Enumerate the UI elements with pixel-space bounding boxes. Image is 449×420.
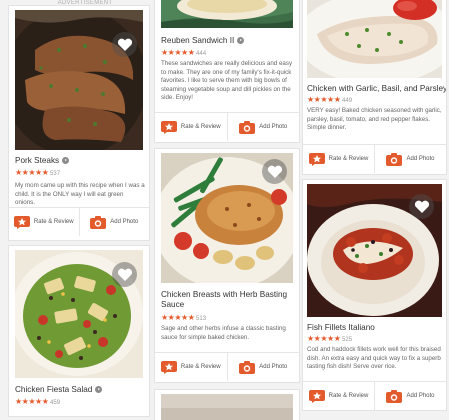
star-review-icon xyxy=(160,360,177,374)
camera-icon xyxy=(386,389,403,403)
add-photo-button[interactable]: Add Photo xyxy=(374,382,446,410)
recipe-image[interactable] xyxy=(161,394,293,420)
recipe-image[interactable] xyxy=(307,0,442,78)
rating-count: 444 xyxy=(196,51,207,57)
add-photo-button[interactable]: Add Photo xyxy=(226,113,300,141)
camera-icon xyxy=(239,120,256,134)
recipe-title[interactable]: Chicken with Garlic, Basil, and Parsley xyxy=(307,84,446,93)
favorite-heart-icon[interactable] xyxy=(262,159,287,184)
recipe-description: Sage and other herbs infuse a classic ba… xyxy=(161,325,286,341)
rating-count: 537 xyxy=(50,171,61,177)
rating-stars: ★★★★★ xyxy=(161,313,195,322)
star-review-icon xyxy=(160,120,177,134)
rating-stars: ★★★★★ xyxy=(307,334,341,343)
star-review-icon xyxy=(308,389,325,403)
star-rating: ★★★★★ 537 xyxy=(15,168,60,177)
recipe-card-chicken-garlic-basil[interactable]: Chicken with Garlic, Basil, and Parsley … xyxy=(303,0,446,174)
recipe-card-chicken-breasts-herb[interactable]: Chicken Breasts with Herb Basting Sauce … xyxy=(155,149,299,382)
recipe-card-chicken-fiesta-salad[interactable]: Chicken Fiesta Salad ★★★★★ 459 xyxy=(9,246,149,416)
rating-stars: ★★★★★ xyxy=(307,95,341,104)
recipe-image[interactable] xyxy=(307,184,442,317)
video-play-icon[interactable] xyxy=(62,157,70,164)
star-rating: ★★★★★ 513 xyxy=(161,313,206,322)
recipe-description: Cod and haddock fillets work well for th… xyxy=(307,346,441,371)
star-rating: ★★★★★ 525 xyxy=(307,334,352,343)
camera-icon xyxy=(239,360,256,374)
add-photo-button[interactable]: Add Photo xyxy=(374,145,446,173)
rating-stars: ★★★★★ xyxy=(15,397,49,406)
card-actions: Rate & Review Add Photo xyxy=(303,144,446,173)
card-actions: Rate & Review Add Photo xyxy=(155,112,299,141)
camera-icon xyxy=(90,215,107,229)
recipe-card-reuben-sandwich[interactable]: Reuben Sandwich II ★★★★★ 444 These sandw… xyxy=(155,0,299,142)
add-photo-button[interactable]: Add Photo xyxy=(226,353,300,381)
recipe-image[interactable] xyxy=(161,153,293,283)
star-review-icon xyxy=(308,152,325,166)
rate-review-button[interactable]: Rate & Review xyxy=(303,382,374,410)
recipe-card-fish-fillets-italiano[interactable]: Fish Fillets Italiano ★★★★★ 525 Cod and … xyxy=(303,180,446,410)
recipe-description: My mom came up with this recipe when I w… xyxy=(15,182,145,207)
favorite-heart-icon[interactable] xyxy=(112,262,137,287)
recipe-title[interactable]: Fish Fillets Italiano xyxy=(307,323,375,332)
recipe-card-next[interactable] xyxy=(155,390,299,420)
video-play-icon[interactable] xyxy=(237,37,245,44)
rating-count: 459 xyxy=(50,400,61,406)
recipe-image[interactable] xyxy=(15,10,143,150)
camera-icon xyxy=(386,152,403,166)
star-rating: ★★★★★ 459 xyxy=(15,397,60,406)
recipe-title[interactable]: Reuben Sandwich II xyxy=(161,36,245,45)
recipe-description: These sandwiches are really delicious an… xyxy=(161,60,293,102)
recipe-title[interactable]: Chicken Fiesta Salad xyxy=(15,385,103,394)
recipe-card-pork-steaks[interactable]: Pork Steaks ★★★★★ 537 My mom came up wit… xyxy=(9,6,149,240)
rate-review-button[interactable]: Rate & Review xyxy=(9,208,79,236)
favorite-heart-icon[interactable] xyxy=(112,32,137,57)
rate-review-button[interactable]: Rate & Review xyxy=(155,353,227,381)
star-review-icon xyxy=(13,215,30,229)
card-actions: Rate & Review Add Photo xyxy=(155,352,299,381)
rating-stars: ★★★★★ xyxy=(15,168,49,177)
star-rating: ★★★★★ 449 xyxy=(307,95,352,104)
rating-stars: ★★★★★ xyxy=(161,48,195,57)
card-actions: Rate & Review Add Photo xyxy=(9,207,149,236)
video-play-icon[interactable] xyxy=(95,386,103,393)
recipe-description: VERY easy! Baked chicken seasoned with g… xyxy=(307,107,442,132)
favorite-heart-icon[interactable] xyxy=(409,194,434,219)
add-photo-button[interactable]: Add Photo xyxy=(78,208,150,236)
recipe-image[interactable] xyxy=(15,250,143,378)
card-actions: Rate & Review Add Photo xyxy=(303,381,446,410)
rate-review-button[interactable]: Rate & Review xyxy=(155,113,227,141)
recipe-title[interactable]: Chicken Breasts with Herb Basting Sauce xyxy=(161,290,295,310)
recipe-title[interactable]: Pork Steaks xyxy=(15,156,70,165)
rating-count: 513 xyxy=(196,316,207,322)
recipe-image[interactable] xyxy=(161,0,293,28)
rating-count: 449 xyxy=(342,98,353,104)
rate-review-button[interactable]: Rate & Review xyxy=(303,145,374,173)
star-rating: ★★★★★ 444 xyxy=(161,48,206,57)
rating-count: 525 xyxy=(342,337,353,343)
